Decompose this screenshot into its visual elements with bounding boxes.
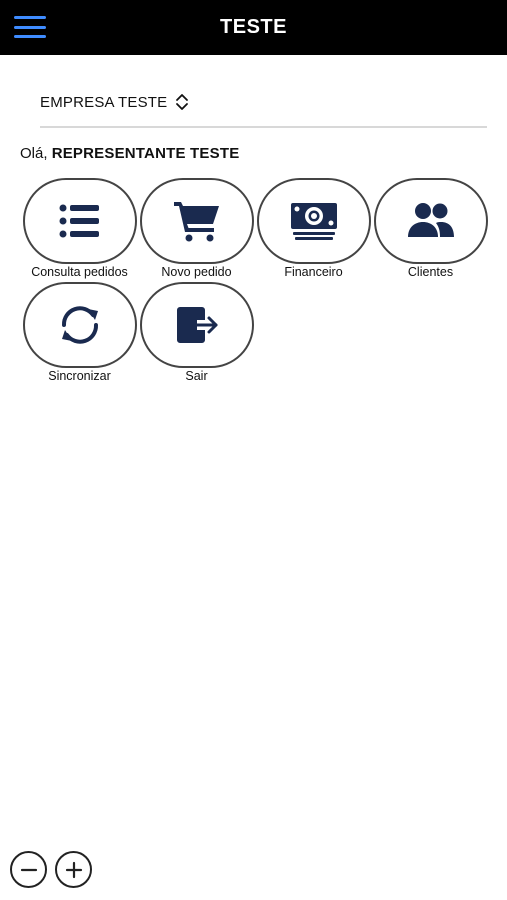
sair-button[interactable]: Sair xyxy=(138,282,255,384)
zoom-out-icon xyxy=(20,868,37,871)
zoom-controls xyxy=(10,851,92,888)
chevron-up-down-icon xyxy=(175,93,189,111)
app-header: TESTE xyxy=(0,0,507,55)
tile-label: Clientes xyxy=(407,265,454,279)
zoom-out-button[interactable] xyxy=(10,851,47,888)
tile-circle[interactable] xyxy=(256,178,371,264)
company-name: EMPRESA TESTE xyxy=(40,93,168,111)
zoom-in-icon xyxy=(65,861,82,878)
financeiro-button[interactable]: Financeiro xyxy=(255,178,372,280)
tile-circle[interactable] xyxy=(139,282,254,368)
tile-circle[interactable] xyxy=(22,178,137,264)
clientes-button[interactable]: Clientes xyxy=(372,178,489,280)
users-icon xyxy=(407,203,454,237)
zoom-in-button[interactable] xyxy=(55,851,92,888)
tile-label: Novo pedido xyxy=(161,265,232,279)
page-title: TESTE xyxy=(220,16,287,38)
tile-circle[interactable] xyxy=(373,178,488,264)
tile-label: Sair xyxy=(185,369,208,383)
greeting-prefix: Olá, xyxy=(20,145,48,162)
sync-icon xyxy=(61,306,98,344)
shopping-cart-icon xyxy=(173,202,219,242)
company-selector[interactable]: EMPRESA TESTE xyxy=(40,88,487,128)
tile-circle[interactable] xyxy=(139,178,254,264)
menu-grid: Consulta pedidos Novo pedido Financeiro … xyxy=(21,178,491,384)
user-name: REPRESENTANTE TESTE xyxy=(51,145,240,162)
consulta-pedidos-button[interactable]: Consulta pedidos xyxy=(21,178,138,280)
novo-pedido-button[interactable]: Novo pedido xyxy=(138,178,255,280)
tile-label: Sincronizar xyxy=(48,369,111,383)
tile-label: Financeiro xyxy=(284,265,343,279)
list-icon xyxy=(59,204,99,238)
tile-circle[interactable] xyxy=(22,282,137,368)
greeting: Olá, REPRESENTANTE TESTE xyxy=(20,145,239,162)
hamburger-menu-icon[interactable] xyxy=(14,16,46,38)
sincronizar-button[interactable]: Sincronizar xyxy=(21,282,138,384)
tile-label: Consulta pedidos xyxy=(31,265,128,279)
money-bill-icon xyxy=(290,203,337,240)
logout-icon xyxy=(176,307,217,343)
